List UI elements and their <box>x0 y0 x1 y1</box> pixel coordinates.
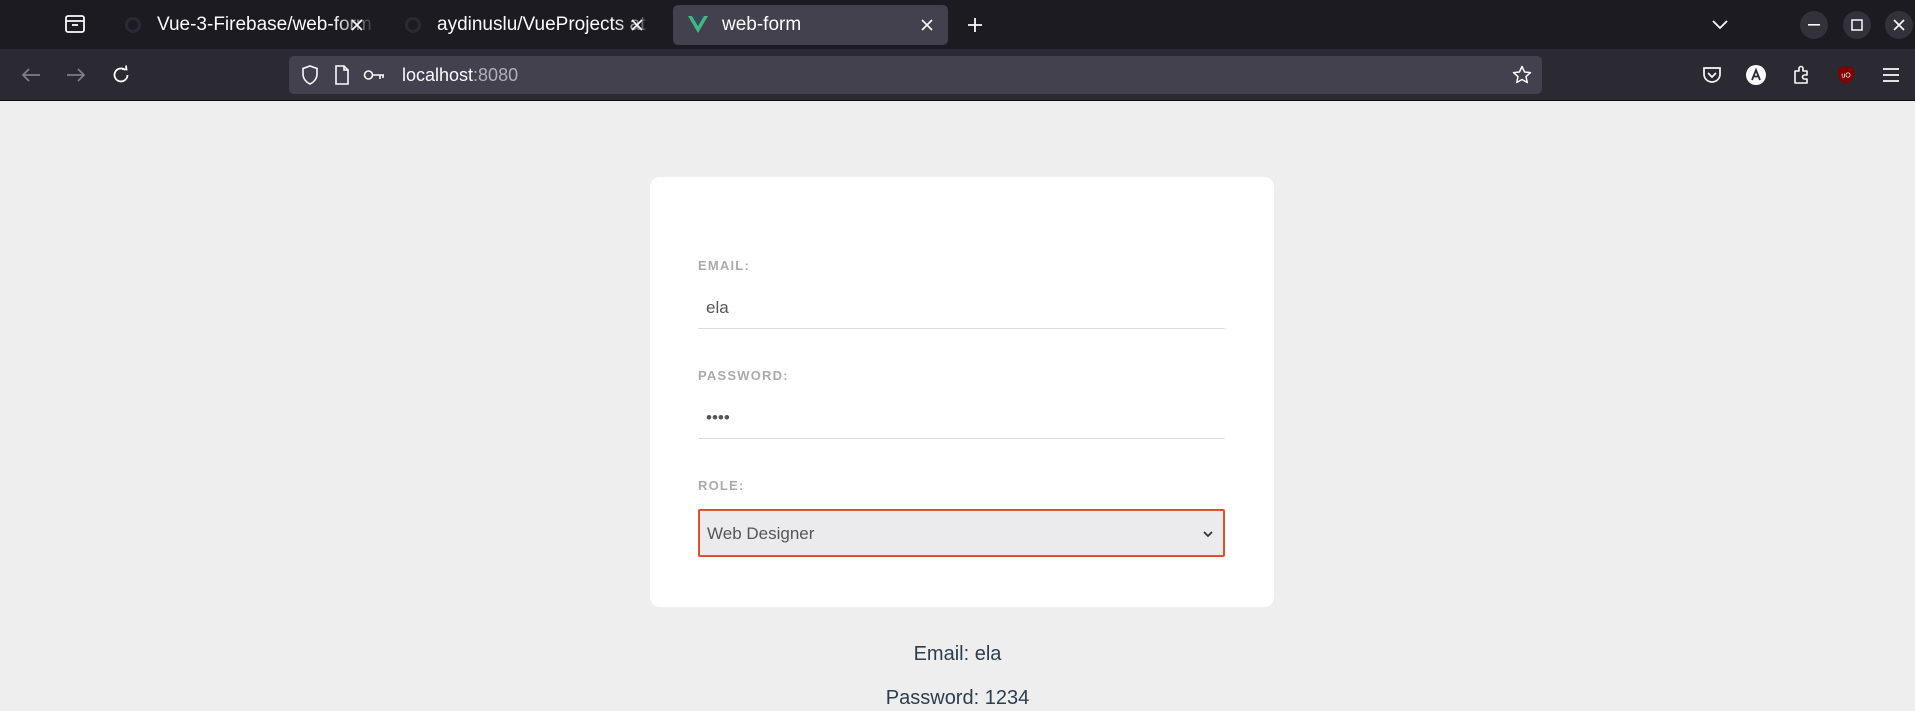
tab-bar: Vue-3-Firebase/web-form aydinuslu/VuePro… <box>0 0 1915 49</box>
address-bar[interactable]: localhost:8080 <box>289 56 1542 94</box>
pocket-icon[interactable] <box>1697 60 1727 90</box>
extensions-icon[interactable] <box>1786 60 1816 90</box>
password-label: PASSWORD: <box>698 368 789 383</box>
tab-vue-firebase[interactable]: Vue-3-Firebase/web-form <box>108 5 378 45</box>
window-close-icon[interactable] <box>1885 11 1913 39</box>
ublock-origin-icon[interactable]: uO <box>1831 60 1861 90</box>
tab-manager-icon[interactable] <box>60 12 90 36</box>
list-all-tabs-icon[interactable] <box>1705 10 1735 40</box>
tab-title: web-form <box>722 14 802 35</box>
reload-icon[interactable] <box>106 60 136 90</box>
maximize-icon[interactable] <box>1843 11 1871 39</box>
tab-vueprojects[interactable]: aydinuslu/VueProjects at <box>388 5 658 45</box>
page-icon[interactable] <box>332 65 352 85</box>
svg-text:uO: uO <box>1841 73 1851 80</box>
password-field[interactable]: •••• <box>698 397 1225 439</box>
tab-web-form[interactable]: web-form <box>673 5 948 45</box>
shield-icon[interactable] <box>300 65 320 85</box>
bookmark-star-icon[interactable] <box>1512 65 1532 85</box>
email-label: EMAIL: <box>698 258 750 273</box>
forward-icon[interactable] <box>61 60 91 90</box>
account-avatar-icon[interactable] <box>1741 60 1771 90</box>
url-host: localhost <box>402 65 474 85</box>
web-form: EMAIL: ela PASSWORD: •••• ROLE: Web Desi… <box>650 177 1274 607</box>
vue-icon <box>687 14 709 36</box>
close-icon[interactable] <box>626 14 648 36</box>
github-icon <box>402 14 424 36</box>
password-output: Password: 1234 <box>885 687 1030 709</box>
github-icon <box>122 14 144 36</box>
url-port: :8080 <box>473 65 519 85</box>
role-label: ROLE: <box>698 478 745 493</box>
key-icon[interactable] <box>362 65 386 85</box>
navigation-toolbar: localhost:8080 uO <box>0 49 1915 101</box>
role-select[interactable]: Web Designer <box>698 509 1225 557</box>
email-output: Email: ela <box>913 643 1002 665</box>
close-icon[interactable] <box>916 14 938 36</box>
new-tab-icon[interactable] <box>960 10 990 40</box>
email-field[interactable]: ela <box>698 287 1225 329</box>
page-content: EMAIL: ela PASSWORD: •••• ROLE: Web Desi… <box>0 102 1915 711</box>
minimize-icon[interactable] <box>1800 11 1828 39</box>
app-menu-icon[interactable] <box>1876 60 1906 90</box>
tab-title: aydinuslu/VueProjects at <box>437 14 646 35</box>
tab-title: Vue-3-Firebase/web-form <box>157 14 372 35</box>
url-text[interactable]: localhost:8080 <box>402 65 518 86</box>
back-icon[interactable] <box>16 60 46 90</box>
close-icon[interactable] <box>346 14 368 36</box>
role-select-value: Web Designer <box>707 524 815 543</box>
chevron-down-icon <box>1201 526 1215 540</box>
